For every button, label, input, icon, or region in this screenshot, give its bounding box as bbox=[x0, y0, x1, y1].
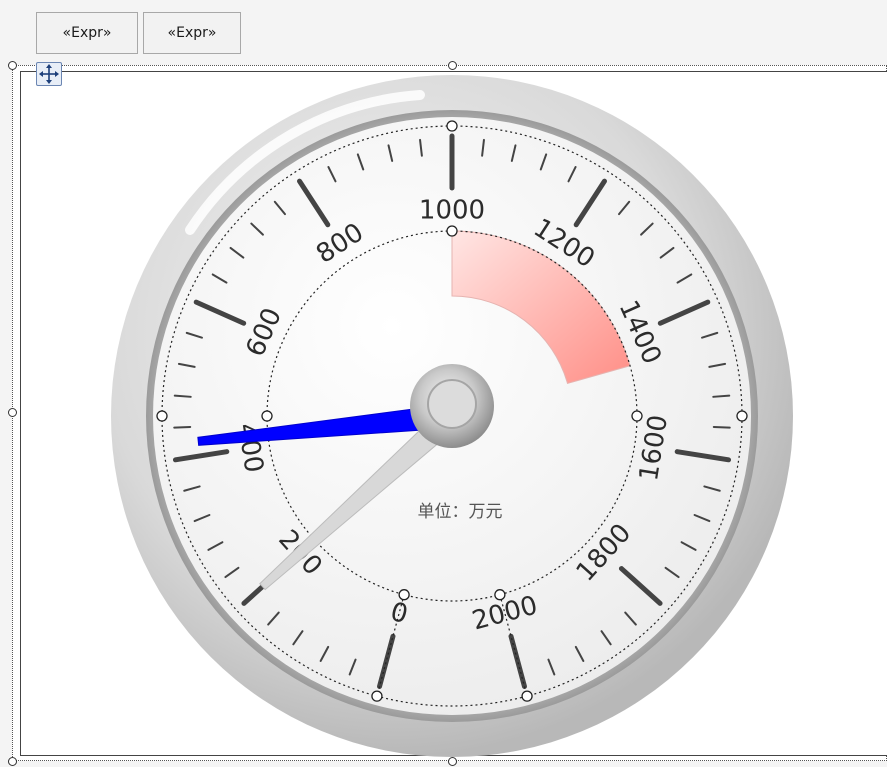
gauge-edit-handle[interactable] bbox=[398, 589, 410, 601]
unit-label: 单位：万元 bbox=[418, 502, 503, 522]
gauge-edit-handle[interactable] bbox=[631, 410, 643, 422]
gauge-edit-handle[interactable] bbox=[736, 410, 748, 422]
gauge-edit-handle[interactable] bbox=[446, 120, 458, 132]
gauge-edit-handle[interactable] bbox=[446, 225, 458, 237]
gauge-edit-handle[interactable] bbox=[371, 690, 383, 702]
tick-label: 1000 bbox=[419, 196, 485, 226]
gauge-edit-handle[interactable] bbox=[156, 410, 168, 422]
gauge-chart[interactable]: 0200400600800100012001400160018002000 单位… bbox=[0, 0, 887, 767]
minor-tick bbox=[712, 394, 731, 398]
minor-tick bbox=[712, 425, 731, 429]
gauge-edit-handle[interactable] bbox=[521, 690, 533, 702]
minor-tick bbox=[173, 394, 192, 398]
gauge-edit-handle[interactable] bbox=[261, 410, 273, 422]
minor-tick bbox=[173, 425, 192, 429]
needle-hub-cap bbox=[427, 379, 477, 429]
gauge-edit-handle[interactable] bbox=[494, 589, 506, 601]
